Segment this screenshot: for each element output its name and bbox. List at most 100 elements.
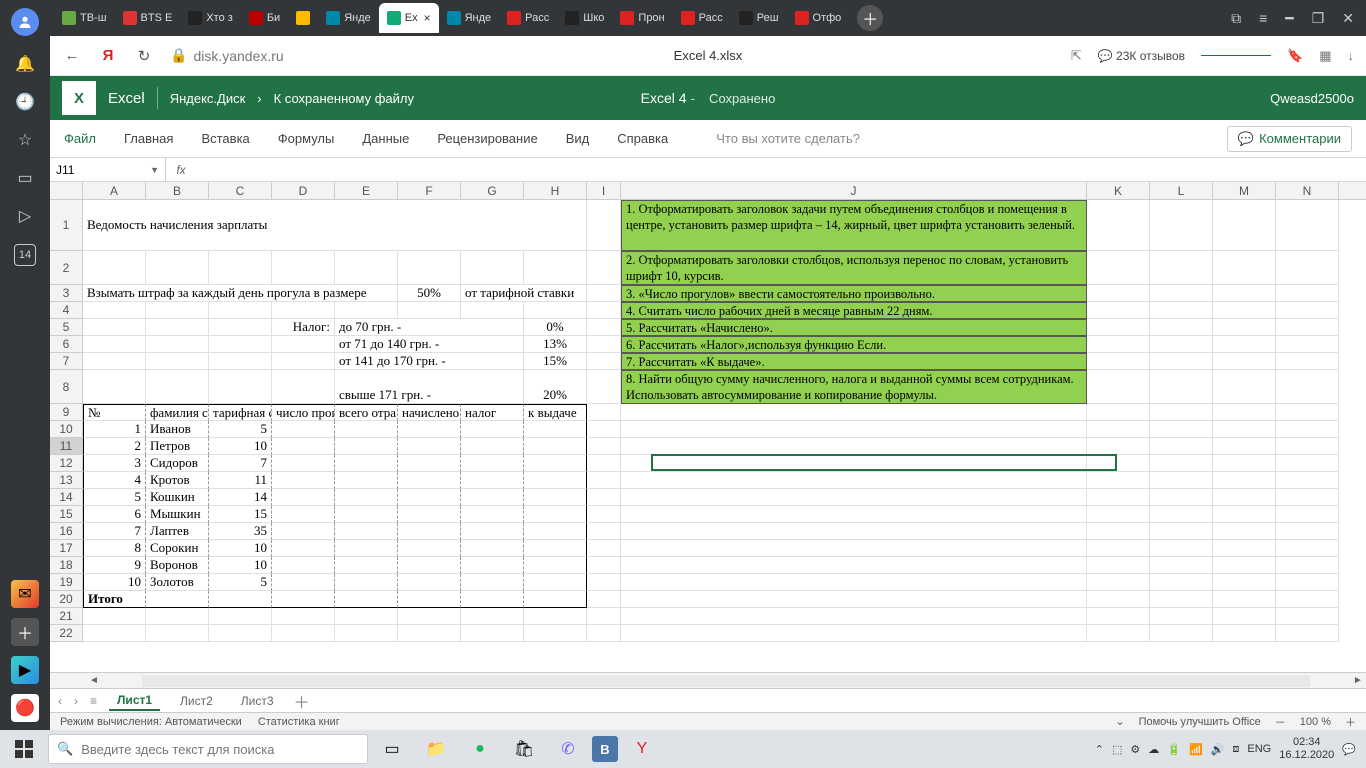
row-header[interactable]: 11 [50, 438, 83, 455]
cell[interactable] [335, 506, 398, 523]
cell[interactable]: 15% [524, 353, 587, 370]
store-icon[interactable]: 🛍 [504, 732, 544, 766]
cell[interactable]: Лаптев [146, 523, 209, 540]
cell[interactable] [398, 523, 461, 540]
favorites-icon[interactable]: ☆ [15, 130, 35, 150]
cell[interactable] [146, 251, 209, 285]
cell[interactable] [209, 353, 272, 370]
row-header[interactable]: 15 [50, 506, 83, 523]
tray-icon[interactable]: ⬚ [1112, 743, 1122, 756]
cell[interactable] [587, 336, 621, 353]
tray-icon[interactable]: 🔋 [1167, 743, 1181, 756]
cell[interactable] [1213, 591, 1276, 608]
row-header[interactable]: 20 [50, 591, 83, 608]
cell[interactable] [335, 455, 398, 472]
help-improve[interactable]: Помочь улучшить Office [1139, 716, 1261, 728]
cell[interactable] [398, 302, 461, 319]
cell[interactable]: 2. Отформатировать заголовки столбцов, и… [621, 251, 1087, 285]
col-header[interactable]: L [1150, 182, 1213, 199]
cell[interactable] [1087, 370, 1150, 404]
cell[interactable] [587, 370, 621, 404]
cell[interactable] [1276, 353, 1339, 370]
cell[interactable]: Кошкин [146, 489, 209, 506]
comments-button[interactable]: 💬 Комментарии [1227, 126, 1352, 152]
cell[interactable]: 9 [83, 557, 146, 574]
cell[interactable]: число прог [272, 404, 335, 421]
cell[interactable] [587, 540, 621, 557]
cell[interactable] [83, 608, 146, 625]
cell[interactable] [587, 319, 621, 336]
cell[interactable] [1150, 251, 1213, 285]
row-header[interactable]: 7 [50, 353, 83, 370]
cell[interactable] [272, 625, 335, 642]
cell[interactable] [1150, 200, 1213, 251]
cell[interactable] [1087, 421, 1150, 438]
cell[interactable] [1150, 591, 1213, 608]
cell[interactable] [524, 489, 587, 506]
cell[interactable] [83, 336, 146, 353]
minimize-icon[interactable]: ━ [1285, 10, 1293, 27]
row-header[interactable]: 9 [50, 404, 83, 421]
tray-icon[interactable]: ☁ [1148, 743, 1159, 756]
cell[interactable] [1276, 455, 1339, 472]
cell[interactable] [587, 302, 621, 319]
col-header[interactable]: M [1213, 182, 1276, 199]
cell[interactable] [1213, 540, 1276, 557]
bookmark-icon[interactable]: 🔖 [1287, 48, 1303, 64]
row-header[interactable]: 16 [50, 523, 83, 540]
ribbon-tab-help[interactable]: Справка [617, 127, 668, 150]
browser-tab[interactable]: Отфо [787, 3, 850, 33]
cell[interactable] [524, 591, 587, 608]
cell[interactable] [1087, 353, 1150, 370]
col-header[interactable]: G [461, 182, 524, 199]
cell[interactable] [83, 319, 146, 336]
cell[interactable] [1213, 302, 1276, 319]
browser-tab[interactable]: Би [241, 3, 288, 33]
cell[interactable] [1213, 574, 1276, 591]
row-header[interactable]: 6 [50, 336, 83, 353]
cell[interactable] [1087, 200, 1150, 251]
name-box[interactable]: J11▼ [50, 158, 166, 181]
clock[interactable]: 02:3416.12.2020 [1279, 736, 1334, 762]
cell[interactable] [1087, 438, 1150, 455]
cell[interactable]: 10 [209, 557, 272, 574]
cell[interactable] [621, 608, 1087, 625]
cell[interactable] [398, 625, 461, 642]
cell[interactable]: всего отра [335, 404, 398, 421]
cell[interactable] [587, 200, 621, 251]
cell[interactable] [83, 370, 146, 404]
dropbox-icon[interactable]: ⧈ [1232, 743, 1239, 756]
cell[interactable] [1150, 557, 1213, 574]
cell[interactable]: 5 [83, 489, 146, 506]
cell[interactable] [209, 302, 272, 319]
cell[interactable] [621, 557, 1087, 574]
cell[interactable]: 10 [83, 574, 146, 591]
cell[interactable] [272, 557, 335, 574]
cell[interactable] [524, 557, 587, 574]
file-explorer-icon[interactable]: 📁 [416, 732, 456, 766]
cell[interactable]: Иванов [146, 421, 209, 438]
cell[interactable] [1087, 489, 1150, 506]
cell[interactable] [146, 591, 209, 608]
cell[interactable]: 7. Рассчитать «К выдаче». [621, 353, 1087, 370]
cell[interactable] [209, 625, 272, 642]
row-header[interactable]: 13 [50, 472, 83, 489]
cell[interactable] [1087, 404, 1150, 421]
browser-tab[interactable]: Янде [318, 3, 379, 33]
cell[interactable] [1276, 421, 1339, 438]
col-header[interactable]: B [146, 182, 209, 199]
cell[interactable]: налог [461, 404, 524, 421]
cell[interactable] [1087, 540, 1150, 557]
url-text[interactable]: disk.yandex.ru [193, 48, 283, 64]
row-header[interactable]: 19 [50, 574, 83, 591]
cell[interactable] [1213, 285, 1276, 302]
cell[interactable] [587, 574, 621, 591]
cell[interactable] [335, 608, 398, 625]
cell[interactable] [272, 251, 335, 285]
cell[interactable] [1150, 285, 1213, 302]
col-header[interactable]: F [398, 182, 461, 199]
wifi-icon[interactable]: 📶 [1189, 743, 1203, 756]
cell[interactable] [398, 540, 461, 557]
cell[interactable] [1213, 251, 1276, 285]
cell[interactable] [398, 455, 461, 472]
